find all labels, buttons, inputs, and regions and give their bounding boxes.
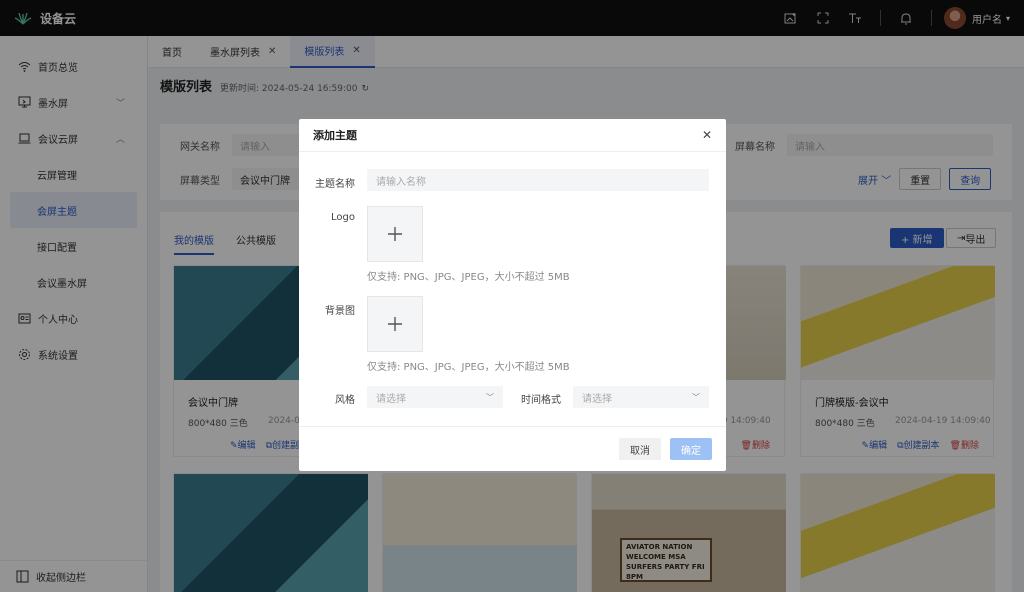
theme-name-label: 主题名称 [315, 179, 355, 190]
time-format-select[interactable]: 请选择 ﹀ [573, 386, 709, 408]
style-label: 风格 [335, 395, 355, 406]
style-select[interactable]: 请选择 ﹀ [367, 386, 503, 408]
theme-name-input[interactable]: 请输入名称 [367, 169, 709, 191]
add-theme-dialog: 添加主题 ✕ 主题名称 请输入名称 Logo 仅支持: PNG、JPG、JPEG… [299, 119, 726, 471]
time-format-placeholder: 请选择 [582, 393, 612, 405]
confirm-button[interactable]: 确定 [670, 438, 712, 460]
logo-hint: 仅支持: PNG、JPG、JPEG，大小不超过 5MB [367, 272, 570, 283]
close-icon[interactable]: ✕ [702, 128, 712, 142]
plus-icon [388, 317, 402, 331]
dialog-footer: 取消 确定 [299, 426, 726, 471]
style-placeholder: 请选择 [376, 393, 406, 405]
dialog-title: 添加主题 [313, 129, 357, 142]
plus-icon [388, 227, 402, 241]
background-label: 背景图 [325, 306, 355, 317]
logo-label: Logo [331, 212, 355, 223]
chevron-down-icon: ﹀ [486, 392, 494, 402]
chevron-down-icon: ﹀ [692, 392, 700, 402]
background-hint: 仅支持: PNG、JPG、JPEG，大小不超过 5MB [367, 362, 570, 373]
logo-upload[interactable] [367, 206, 423, 262]
time-format-label: 时间格式 [521, 395, 561, 406]
cancel-button[interactable]: 取消 [619, 438, 661, 460]
background-upload[interactable] [367, 296, 423, 352]
